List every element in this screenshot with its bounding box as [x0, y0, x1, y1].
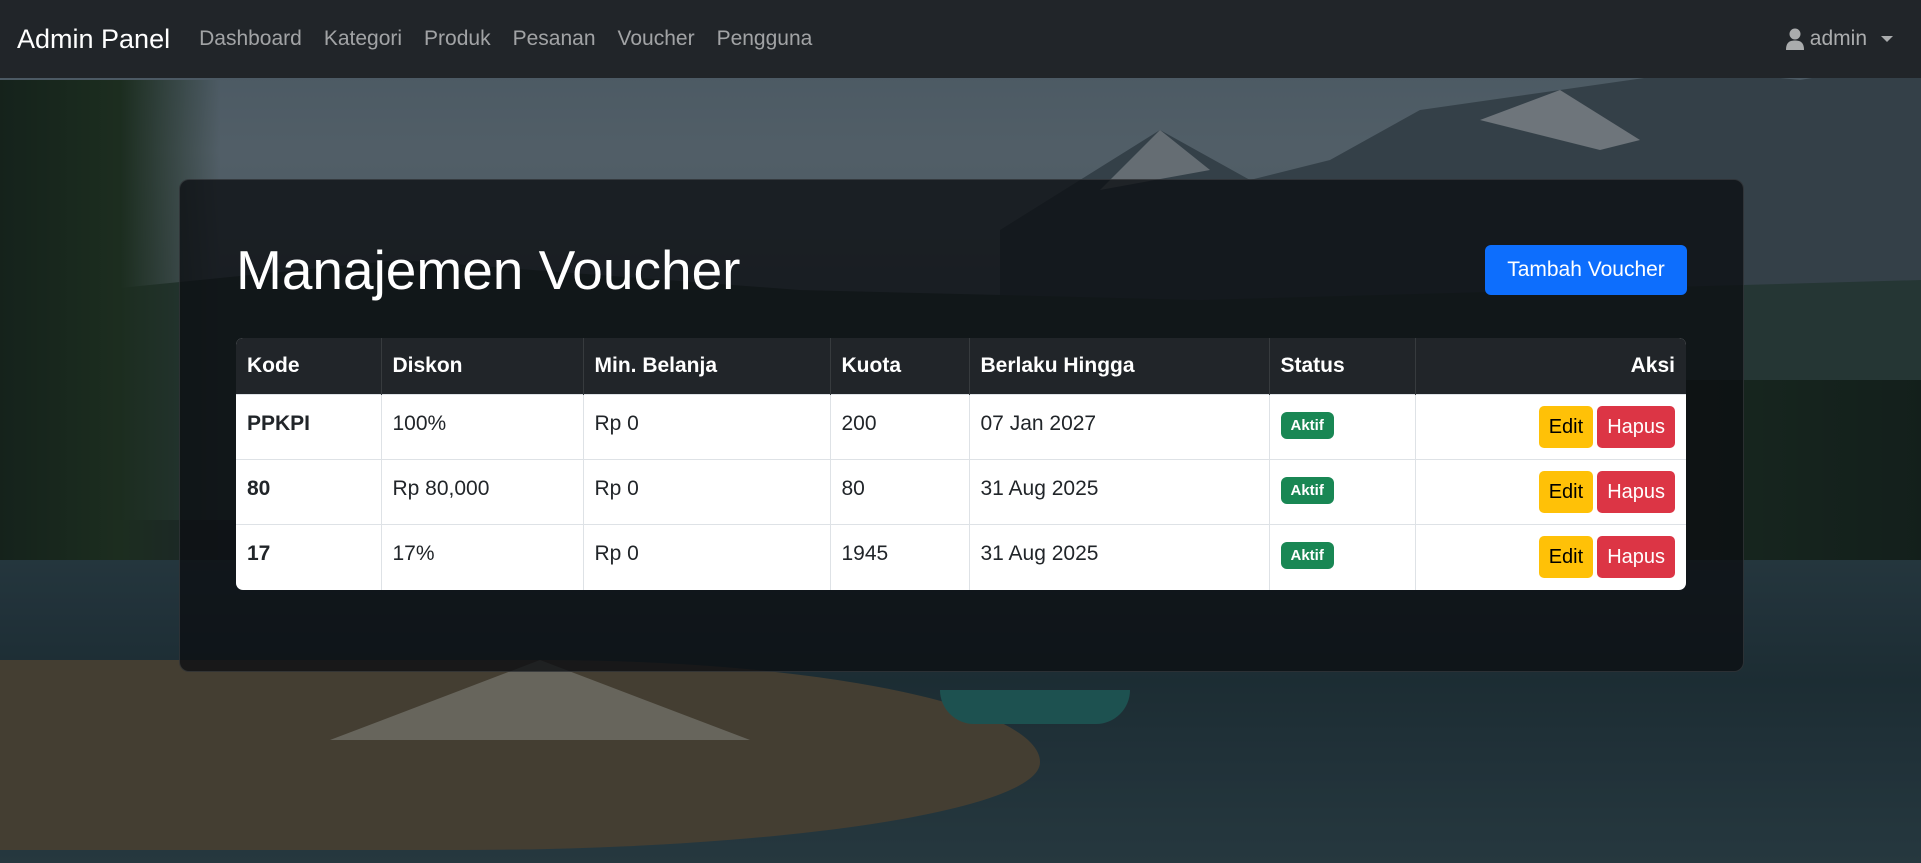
- navbar-brand[interactable]: Admin Panel: [17, 24, 170, 55]
- status-badge: Aktif: [1280, 477, 1334, 504]
- voucher-card: Manajemen Voucher Tambah Voucher Kode Di…: [179, 179, 1744, 672]
- delete-button[interactable]: Hapus: [1597, 406, 1675, 448]
- top-navbar: Admin Panel Dashboard Kategori Produk Pe…: [0, 0, 1921, 78]
- column-header-aksi: Aksi: [1415, 338, 1686, 395]
- edit-button[interactable]: Edit: [1538, 471, 1594, 513]
- column-header-berlaku-hingga: Berlaku Hingga: [969, 338, 1270, 395]
- nav-links: Dashboard Kategori Produk Pesanan Vouche…: [188, 27, 823, 51]
- voucher-quota: 1945: [830, 524, 970, 590]
- voucher-valid-until: 31 Aug 2025: [969, 524, 1270, 590]
- table-row: 80 Rp 80,000 Rp 0 80 31 Aug 2025 Aktif E…: [236, 459, 1686, 525]
- status-badge: Aktif: [1280, 542, 1334, 569]
- status-badge: Aktif: [1280, 412, 1334, 439]
- column-header-kode: Kode: [236, 338, 382, 395]
- nav-link-dashboard[interactable]: Dashboard: [188, 27, 313, 51]
- table-header: Kode Diskon Min. Belanja Kuota Berlaku H…: [236, 338, 1686, 395]
- nav-link-produk[interactable]: Produk: [413, 27, 502, 51]
- voucher-discount: 17%: [381, 524, 584, 590]
- table-row: PPKPI 100% Rp 0 200 07 Jan 2027 Aktif Ed…: [236, 394, 1686, 460]
- nav-link-kategori[interactable]: Kategori: [313, 27, 413, 51]
- add-voucher-button[interactable]: Tambah Voucher: [1485, 245, 1687, 295]
- voucher-status-cell: Aktif: [1269, 524, 1416, 590]
- voucher-discount: 100%: [381, 394, 584, 460]
- voucher-code: PPKPI: [236, 394, 382, 460]
- voucher-quota: 200: [830, 394, 970, 460]
- voucher-status-cell: Aktif: [1269, 459, 1416, 525]
- user-name: admin: [1809, 27, 1867, 50]
- column-header-kuota: Kuota: [830, 338, 970, 395]
- voucher-actions: Edit Hapus: [1415, 524, 1686, 590]
- voucher-code: 17: [236, 524, 382, 590]
- voucher-actions: Edit Hapus: [1415, 394, 1686, 460]
- user-dropdown[interactable]: admin: [1785, 0, 1893, 78]
- voucher-valid-until: 07 Jan 2027: [969, 394, 1270, 460]
- voucher-valid-until: 31 Aug 2025: [969, 459, 1270, 525]
- column-header-min-belanja: Min. Belanja: [583, 338, 831, 395]
- table-row: 17 17% Rp 0 1945 31 Aug 2025 Aktif Edit H…: [236, 524, 1686, 590]
- voucher-min-purchase: Rp 0: [583, 459, 831, 525]
- voucher-min-purchase: Rp 0: [583, 394, 831, 460]
- page-title: Manajemen Voucher: [236, 239, 741, 301]
- delete-button[interactable]: Hapus: [1597, 536, 1675, 578]
- voucher-discount: Rp 80,000: [381, 459, 584, 525]
- voucher-code: 80: [236, 459, 382, 525]
- edit-button[interactable]: Edit: [1538, 536, 1594, 578]
- nav-link-pesanan[interactable]: Pesanan: [502, 27, 607, 51]
- chevron-down-icon: [1881, 36, 1893, 42]
- nav-link-voucher[interactable]: Voucher: [607, 27, 706, 51]
- voucher-min-purchase: Rp 0: [583, 524, 831, 590]
- voucher-table: Kode Diskon Min. Belanja Kuota Berlaku H…: [236, 338, 1686, 590]
- user-icon: [1785, 28, 1804, 50]
- delete-button[interactable]: Hapus: [1597, 471, 1675, 513]
- column-header-diskon: Diskon: [381, 338, 584, 395]
- voucher-quota: 80: [830, 459, 970, 525]
- nav-link-pengguna[interactable]: Pengguna: [706, 27, 824, 51]
- voucher-status-cell: Aktif: [1269, 394, 1416, 460]
- column-header-status: Status: [1269, 338, 1416, 395]
- edit-button[interactable]: Edit: [1538, 406, 1594, 448]
- voucher-actions: Edit Hapus: [1415, 459, 1686, 525]
